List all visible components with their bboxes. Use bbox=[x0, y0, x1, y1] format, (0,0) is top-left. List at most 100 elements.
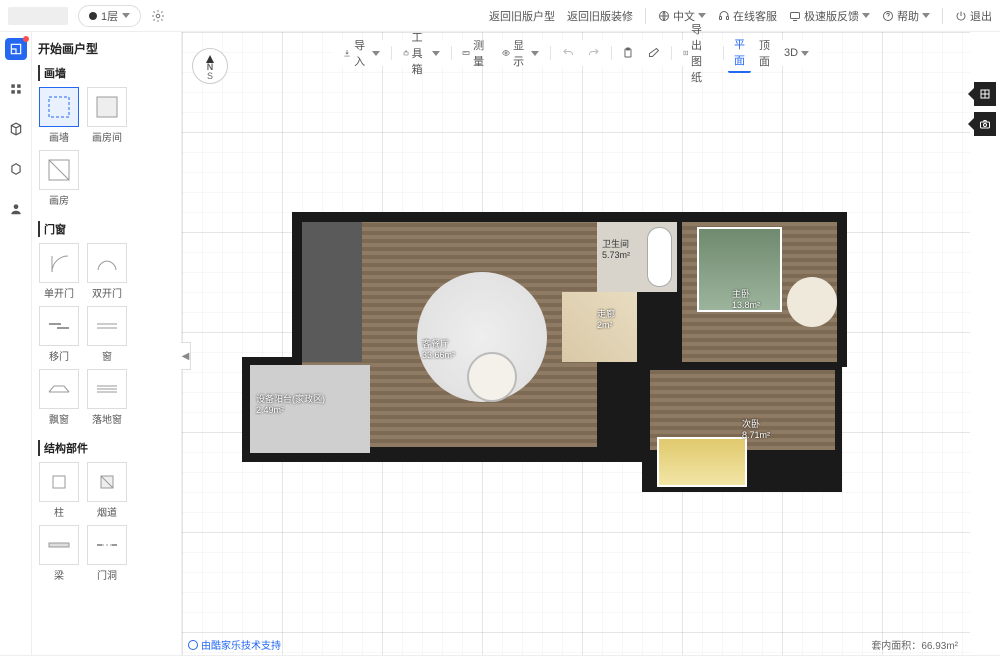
section-doors-windows: 门窗 单开门 双开门 移门 窗 飘窗 落地窗 bbox=[38, 221, 175, 426]
tool-french-window[interactable]: 落地窗 bbox=[86, 369, 128, 426]
erase-icon bbox=[648, 47, 660, 59]
import-icon bbox=[343, 47, 351, 59]
divider bbox=[645, 8, 646, 24]
left-rail bbox=[0, 32, 32, 666]
eye-icon bbox=[502, 47, 510, 59]
compass[interactable]: N S bbox=[192, 48, 228, 84]
bottom-bar bbox=[0, 655, 1000, 666]
column-icon bbox=[46, 469, 72, 495]
area-readout: 套内面积：66.93m² bbox=[871, 637, 958, 652]
canvas-toolbar: 导入 工具箱 测量 显示 导出图纸 平面 顶面 3D bbox=[333, 40, 819, 66]
section-label: 结构部件 bbox=[38, 440, 175, 456]
section-structure: 结构部件 柱 烟道 梁 门洞 bbox=[38, 440, 175, 582]
wall-icon bbox=[46, 94, 72, 120]
help-icon bbox=[882, 10, 894, 22]
chevron-down-icon bbox=[122, 13, 130, 18]
ring-icon bbox=[188, 640, 198, 650]
room-label-bedroom2: 次卧8.71m² bbox=[742, 417, 770, 440]
tool-doorway[interactable]: 门洞 bbox=[86, 525, 128, 582]
chevron-down-icon bbox=[431, 51, 439, 56]
tool-draw-wall[interactable]: 画墙 bbox=[38, 87, 80, 144]
gear-icon[interactable] bbox=[151, 9, 165, 23]
toolbox-button[interactable]: 工具箱 bbox=[396, 26, 445, 80]
view-ceiling-tab[interactable]: 顶面 bbox=[753, 34, 776, 72]
floor-selector[interactable]: 1层 bbox=[78, 5, 141, 27]
chevron-down-icon bbox=[531, 51, 539, 56]
right-gutter bbox=[970, 32, 1000, 655]
fast-feedback-link[interactable]: 极速版反馈 bbox=[789, 8, 870, 24]
right-tab-grid[interactable] bbox=[974, 82, 996, 106]
brand-logo bbox=[8, 7, 68, 25]
rail-item-materials[interactable] bbox=[5, 158, 27, 180]
chevron-down-icon bbox=[372, 51, 380, 56]
view-3d-tab[interactable]: 3D bbox=[778, 44, 815, 62]
floor-plan-icon bbox=[9, 42, 23, 56]
camera-icon bbox=[979, 118, 991, 130]
room-label-living: 客餐厅33.66m² bbox=[422, 337, 455, 360]
grid-icon bbox=[9, 82, 23, 96]
floor-label: 1层 bbox=[101, 8, 118, 24]
area-icon bbox=[46, 157, 72, 183]
hexagon-icon bbox=[9, 162, 23, 176]
measure-button[interactable]: 测量 bbox=[456, 34, 494, 72]
globe-icon bbox=[658, 10, 670, 22]
side-panel: 开始画户型 画墙 画墙 画房间 画房 门窗 单开门 双开门 移门 窗 飘窗 bbox=[32, 32, 182, 655]
room-label-balcony: 设备阳台(家政区)2.49m² bbox=[256, 392, 325, 415]
canvas[interactable]: ◀ N S 导入 工具箱 测量 显示 导出图纸 平面 顶面 3D 客餐厅33.6… bbox=[182, 32, 970, 655]
chevron-down-icon bbox=[922, 13, 930, 18]
undo-button[interactable] bbox=[555, 44, 579, 62]
tool-single-door[interactable]: 单开门 bbox=[38, 243, 80, 300]
bay-window-icon bbox=[46, 376, 72, 402]
section-label: 画墙 bbox=[38, 65, 175, 81]
logout-button[interactable]: 退出 bbox=[955, 8, 992, 24]
export-drawing-button[interactable]: 导出图纸 bbox=[676, 18, 717, 88]
side-panel-title: 开始画户型 bbox=[38, 40, 175, 57]
tool-window[interactable]: 窗 bbox=[86, 306, 128, 363]
rail-item-user[interactable] bbox=[5, 198, 27, 220]
view-plan-tab[interactable]: 平面 bbox=[728, 33, 751, 73]
chevron-down-icon bbox=[801, 51, 809, 56]
return-old-layout-link[interactable]: 返回旧版户型 bbox=[489, 8, 555, 24]
section-label: 门窗 bbox=[38, 221, 175, 237]
export-icon bbox=[682, 47, 688, 59]
window-icon bbox=[94, 313, 120, 339]
clipboard-icon bbox=[622, 47, 634, 59]
help-link[interactable]: 帮助 bbox=[882, 8, 930, 24]
tool-beam[interactable]: 梁 bbox=[38, 525, 80, 582]
clipboard-button[interactable] bbox=[616, 44, 640, 62]
compass-south: S bbox=[207, 71, 213, 81]
chevron-down-icon bbox=[862, 13, 870, 18]
cube-icon bbox=[9, 122, 23, 136]
online-support-link[interactable]: 在线客服 bbox=[718, 8, 777, 24]
tool-draw-room[interactable]: 画房间 bbox=[86, 87, 128, 144]
collapse-sidebar-button[interactable]: ◀ bbox=[181, 342, 191, 370]
redo-button[interactable] bbox=[581, 44, 605, 62]
tool-draw-area[interactable]: 画房 bbox=[38, 150, 80, 207]
tool-double-door[interactable]: 双开门 bbox=[86, 243, 128, 300]
right-tab-camera[interactable] bbox=[974, 112, 996, 136]
sliding-door-icon bbox=[46, 313, 72, 339]
tool-sliding-door[interactable]: 移门 bbox=[38, 306, 80, 363]
floor-plan-drawing[interactable]: 客餐厅33.66m² 设备阳台(家政区)2.49m² 卫生间5.73m² 走廊2… bbox=[242, 177, 842, 477]
import-button[interactable]: 导入 bbox=[337, 34, 386, 72]
double-door-icon bbox=[94, 250, 120, 276]
erase-button[interactable] bbox=[642, 44, 666, 62]
tool-flue[interactable]: 烟道 bbox=[86, 462, 128, 519]
rail-item-floorplan[interactable] bbox=[5, 38, 27, 60]
power-icon bbox=[955, 10, 967, 22]
rail-item-templates[interactable] bbox=[5, 78, 27, 100]
grid-icon bbox=[979, 88, 991, 100]
return-old-decor-link[interactable]: 返回旧版装修 bbox=[567, 8, 633, 24]
rail-item-models[interactable] bbox=[5, 118, 27, 140]
display-button[interactable]: 显示 bbox=[496, 34, 545, 72]
divider bbox=[942, 8, 943, 24]
room-label-bedroom1: 主卧13.8m² bbox=[732, 287, 760, 310]
ruler-icon bbox=[462, 47, 470, 59]
toolbox-icon bbox=[402, 47, 408, 59]
tool-bay-window[interactable]: 飘窗 bbox=[38, 369, 80, 426]
flue-icon bbox=[94, 469, 120, 495]
brand-support-footer: 由酷家乐技术支持 bbox=[188, 637, 281, 652]
notification-dot-icon bbox=[23, 36, 29, 42]
tool-column[interactable]: 柱 bbox=[38, 462, 80, 519]
room-label-bathroom: 卫生间5.73m² bbox=[602, 237, 630, 260]
